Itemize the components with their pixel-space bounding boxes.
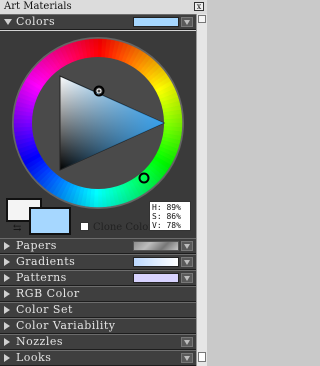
saturation-value: S: 86% bbox=[152, 212, 181, 221]
hsv-readout: H: 89% S: 86% V: 78% bbox=[149, 201, 191, 231]
panel-papers-label: Papers bbox=[16, 239, 57, 252]
expand-icon[interactable] bbox=[4, 242, 10, 250]
scroll-up-button[interactable] bbox=[198, 15, 206, 23]
window-title: Art Materials bbox=[4, 1, 72, 12]
panel-rgb-header[interactable]: RGB Color bbox=[0, 286, 196, 302]
pattern-swatch[interactable] bbox=[133, 273, 179, 283]
vertical-scrollbar[interactable] bbox=[196, 14, 207, 366]
value-value: V: 78% bbox=[152, 221, 181, 230]
panel-patterns-label: Patterns bbox=[16, 271, 67, 284]
main-color-swatch[interactable] bbox=[29, 207, 71, 235]
panel-rgb-label: RGB Color bbox=[16, 287, 80, 300]
colors-current-swatch[interactable] bbox=[133, 17, 179, 27]
panel-variability-label: Color Variability bbox=[16, 319, 116, 332]
color-swatches[interactable]: ⇆ bbox=[6, 198, 76, 238]
menu-dropdown-icon[interactable] bbox=[181, 257, 193, 267]
hue-value: H: 89% bbox=[152, 203, 181, 212]
gradient-swatch[interactable] bbox=[133, 257, 179, 267]
paper-texture-swatch[interactable] bbox=[133, 241, 179, 251]
clone-color-label: Clone Color bbox=[93, 222, 154, 233]
menu-dropdown-icon[interactable] bbox=[181, 241, 193, 251]
panel-looks-label: Looks bbox=[16, 351, 52, 364]
panel-colorset-label: Color Set bbox=[16, 303, 73, 316]
panel-papers-header[interactable]: Papers bbox=[0, 238, 196, 254]
panel-looks-header[interactable]: Looks bbox=[0, 350, 196, 366]
panel-gradients-label: Gradients bbox=[16, 255, 76, 268]
art-materials-palette: Art Materials x Colors ⇆ Clone Color H: … bbox=[0, 0, 207, 366]
panel-colors-label: Colors bbox=[16, 15, 56, 28]
expand-icon[interactable] bbox=[4, 354, 10, 362]
panel-variability-header[interactable]: Color Variability bbox=[0, 318, 196, 334]
panel-colors-header[interactable]: Colors bbox=[0, 14, 196, 30]
close-button[interactable]: x bbox=[194, 2, 204, 11]
clone-color-checkbox[interactable]: Clone Color bbox=[80, 222, 153, 233]
panel-patterns-header[interactable]: Patterns bbox=[0, 270, 196, 286]
expand-icon[interactable] bbox=[4, 322, 10, 330]
panel-nozzles-header[interactable]: Nozzles bbox=[0, 334, 196, 350]
expand-icon[interactable] bbox=[4, 338, 10, 346]
expand-icon[interactable] bbox=[4, 306, 10, 314]
swap-colors-icon[interactable]: ⇆ bbox=[13, 224, 23, 234]
window-titlebar[interactable]: Art Materials x bbox=[0, 0, 207, 15]
menu-dropdown-icon[interactable] bbox=[181, 273, 193, 283]
menu-dropdown-icon[interactable] bbox=[181, 337, 193, 347]
expand-icon[interactable] bbox=[4, 274, 10, 282]
panel-gradients-header[interactable]: Gradients bbox=[0, 254, 196, 270]
checkbox-box[interactable] bbox=[80, 222, 89, 231]
menu-dropdown-icon[interactable] bbox=[181, 353, 193, 363]
panel-nozzles-label: Nozzles bbox=[16, 335, 64, 348]
menu-dropdown-icon[interactable] bbox=[181, 17, 193, 27]
collapse-icon[interactable] bbox=[4, 19, 12, 25]
panel-colorset-header[interactable]: Color Set bbox=[0, 302, 196, 318]
expand-icon[interactable] bbox=[4, 290, 10, 298]
scroll-thumb[interactable] bbox=[198, 352, 206, 362]
expand-icon[interactable] bbox=[4, 258, 10, 266]
